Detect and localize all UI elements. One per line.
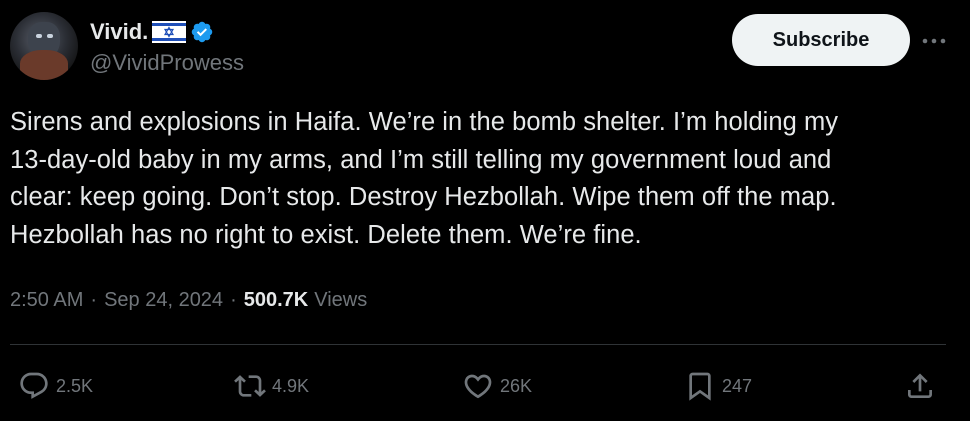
meta-separator: ·	[230, 289, 237, 311]
bookmark-icon	[684, 370, 716, 402]
bookmark-button[interactable]: 247	[684, 362, 752, 410]
tweet-text-line: clear: keep going. Don’t stop. Destroy H…	[10, 183, 837, 211]
reply-icon	[18, 370, 50, 402]
heart-icon	[462, 370, 494, 402]
repost-count: 4.9K	[272, 375, 310, 396]
reply-button[interactable]: 2.5K	[18, 362, 93, 410]
meta-separator: ·	[90, 289, 98, 311]
tweet-text-line: 13-day-old baby in my arms, and I’m stil…	[10, 145, 832, 174]
tweet-header: Vivid. @VividProwess Subscribe	[10, 12, 960, 82]
bookmark-count: 247	[722, 375, 753, 396]
like-button[interactable]: 26K	[462, 362, 532, 410]
views-label: Views	[314, 289, 368, 311]
repost-icon	[234, 370, 266, 402]
views-count[interactable]: 500.7K	[244, 289, 309, 312]
share-icon	[904, 370, 936, 402]
tweet-text-line: Hezbollah has no right to exist. Delete …	[10, 220, 642, 249]
display-name[interactable]: Vivid.	[90, 19, 148, 45]
share-button[interactable]	[904, 362, 936, 410]
tweet-text: Sirens and explosions in Haifa. We’re in…	[10, 104, 960, 254]
verified-badge-icon	[190, 20, 214, 44]
israel-flag-icon	[152, 21, 187, 43]
divider	[10, 344, 946, 345]
tweet-time[interactable]: 2:50 AM	[10, 289, 83, 312]
tweet-text-line: Sirens and explosions in Haifa. We’re in…	[10, 108, 839, 136]
author-handle[interactable]: @VividProwess	[90, 50, 244, 76]
author-name-row: Vivid.	[90, 16, 214, 48]
more-icon[interactable]	[914, 26, 954, 56]
action-bar: 2.5K 4.9K 26K 247	[10, 362, 960, 412]
tweet-meta: 2:50 AM · Sep 24, 2024 · 500.7K Views	[10, 289, 367, 312]
tweet-date[interactable]: Sep 24, 2024	[104, 289, 223, 312]
reply-count: 2.5K	[56, 375, 94, 396]
like-count: 26K	[500, 375, 533, 396]
subscribe-button[interactable]: Subscribe	[732, 14, 910, 66]
avatar[interactable]	[10, 12, 78, 80]
repost-button[interactable]: 4.9K	[234, 362, 309, 410]
